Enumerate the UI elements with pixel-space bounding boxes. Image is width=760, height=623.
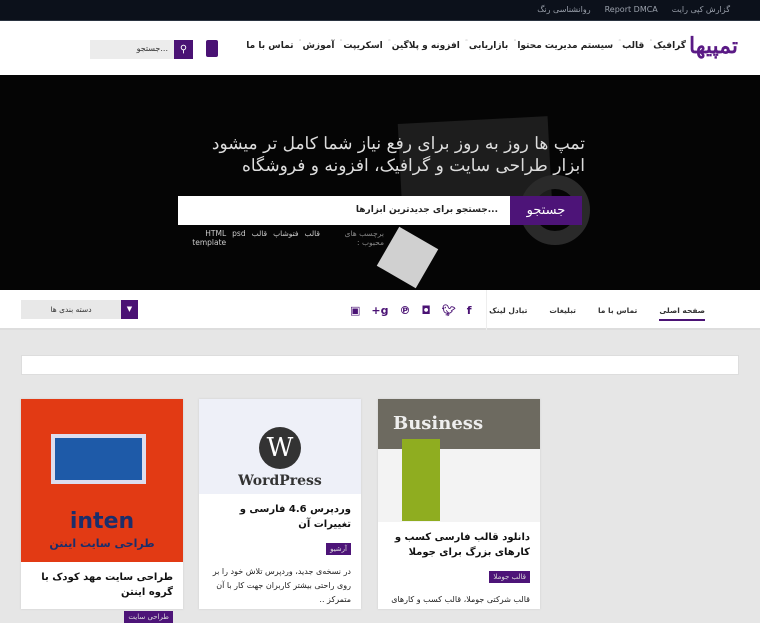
chevron-down-icon: ▼ bbox=[121, 300, 138, 319]
menu-item-tutorial[interactable]: ◦ آموزش bbox=[299, 38, 335, 51]
post-image: inten طراحی سایت اینتن bbox=[21, 399, 183, 562]
menu-item-cms[interactable]: ◦ سیستم مدیریت محتوا bbox=[513, 38, 613, 51]
hero-line-2: ابزار طراحی سایت و گرافیک، افزونه و فروش… bbox=[241, 156, 585, 176]
menu-item-plugins[interactable]: ◦ افزونه و پلاگین bbox=[388, 38, 460, 51]
category-badge[interactable]: آرشیو bbox=[326, 543, 351, 555]
hero-line-1: تمپ ها روز به روز برای رفع نیاز شما کامل… bbox=[211, 134, 585, 154]
tag[interactable]: psd bbox=[232, 229, 245, 247]
hero-search-button[interactable]: جستجو bbox=[510, 196, 582, 225]
tag[interactable]: HTML template bbox=[178, 229, 226, 247]
nav-contact[interactable]: تماس با ما bbox=[598, 306, 637, 321]
hero-search-input[interactable]: جستجو برای جدیدترین ابزارها... bbox=[178, 196, 510, 225]
post-card[interactable]: W WordPress وردپرس 4.6 فارسی و تغییرات آ… bbox=[199, 399, 361, 609]
nav-ads[interactable]: تبلیغات bbox=[549, 306, 576, 321]
post-title[interactable]: دانلود قالب فارسی کسب و کارهای بزرگ برای… bbox=[378, 522, 540, 564]
pinterest-icon[interactable]: ℗ bbox=[400, 304, 411, 317]
menu-item-script[interactable]: ◦ اسکریپت bbox=[339, 38, 382, 51]
menu-toggle-button[interactable] bbox=[206, 40, 218, 57]
category-dropdown[interactable]: دسته بندی ها ▼ bbox=[21, 300, 138, 319]
header: تمپیها ◦ گرافیک ◦ قالب ◦ سیستم مدیریت محتوا… bbox=[0, 21, 760, 75]
post-image: Business bbox=[378, 399, 540, 522]
logo[interactable]: تمپیها bbox=[689, 33, 738, 59]
hero: تمپ ها روز به روز برای رفع نیاز شما کامل… bbox=[0, 75, 760, 290]
post-excerpt: قالب شرکتی جوملا، قالب کسب و کارهای bbox=[391, 595, 530, 604]
top-link-color-psychology[interactable]: روانشناسی رنگ bbox=[537, 5, 590, 14]
post-title[interactable]: طراحی سایت مهد کودک با گروه اینتن bbox=[21, 562, 183, 604]
twitter-icon[interactable]: 🐦︎ bbox=[442, 304, 456, 317]
search-icon[interactable]: ⚲ bbox=[174, 40, 193, 59]
popular-tags: برچسب های محبوب : قالب فتوشاپ قالب psd H… bbox=[178, 229, 384, 247]
social-icons: f 🐦︎ ◘ ℗ g+ ▣ bbox=[350, 304, 472, 317]
tag[interactable]: فتوشاپ bbox=[273, 229, 298, 247]
hero-search: جستجو برای جدیدترین ابزارها... جستجو bbox=[178, 196, 582, 225]
post-card[interactable]: Business دانلود قالب فارسی کسب و کارهای … bbox=[378, 399, 540, 609]
category-label: دسته بندی ها bbox=[21, 300, 121, 319]
tag[interactable]: قالب bbox=[304, 229, 320, 247]
category-badge[interactable]: طراحی سایت bbox=[124, 611, 173, 623]
google-plus-icon[interactable]: g+ bbox=[371, 304, 388, 317]
menu-item-graphic[interactable]: ◦ گرافیک bbox=[649, 38, 686, 51]
tag[interactable]: قالب bbox=[252, 229, 268, 247]
top-link-dmca[interactable]: Report DMCA bbox=[605, 5, 658, 14]
post-image: W WordPress bbox=[199, 399, 361, 494]
main-menu: ◦ گرافیک ◦ قالب ◦ سیستم مدیریت محتوا ◦ بازار… bbox=[246, 38, 686, 51]
post-card[interactable]: inten طراحی سایت اینتن طراحی سایت مهد کو… bbox=[21, 399, 183, 623]
image-caption: طراحی سایت اینتن bbox=[49, 537, 155, 550]
post-title[interactable]: وردپرس 4.6 فارسی و تغییرات آن bbox=[199, 494, 361, 536]
wordpress-icon: W bbox=[259, 427, 301, 469]
box-graphic bbox=[376, 226, 439, 289]
menu-item-template[interactable]: ◦ قالب bbox=[618, 38, 644, 51]
header-search: جستجو... ⚲ bbox=[90, 40, 193, 59]
tags-label: برچسب های محبوب : bbox=[344, 229, 384, 247]
header-search-input[interactable]: جستجو... bbox=[90, 40, 174, 59]
top-bar: گزارش کپی رایت Report DMCA روانشناسی رنگ bbox=[0, 0, 760, 21]
divider bbox=[486, 290, 487, 330]
image-logo-text: inten bbox=[69, 509, 135, 534]
menu-item-contact[interactable]: تماس با ما bbox=[246, 41, 293, 51]
category-badge[interactable]: قالب جوملا bbox=[489, 571, 530, 583]
nav-link-exchange[interactable]: تبادل لینک bbox=[489, 306, 527, 321]
nav-home[interactable]: صفحه اصلی bbox=[659, 306, 705, 321]
content-strip bbox=[21, 355, 739, 375]
top-links: گزارش کپی رایت Report DMCA روانشناسی رنگ bbox=[537, 5, 730, 14]
secondary-nav: صفحه اصلی تماس با ما تبلیغات تبادل لینک … bbox=[0, 290, 760, 330]
facebook-icon[interactable]: f bbox=[467, 304, 472, 317]
hero-headline: تمپ ها روز به روز برای رفع نیاز شما کامل… bbox=[212, 133, 585, 177]
laptop-graphic bbox=[51, 434, 146, 484]
youtube-icon[interactable]: ▣ bbox=[350, 304, 360, 317]
post-excerpt: در نسخه‌ی جدید، وردپرس تلاش خود را بر رو… bbox=[212, 567, 351, 604]
nav-links: صفحه اصلی تماس با ما تبلیغات تبادل لینک bbox=[489, 306, 705, 321]
instagram-icon[interactable]: ◘ bbox=[422, 304, 431, 317]
image-logo-text: WordPress bbox=[238, 473, 322, 489]
top-link-copyright[interactable]: گزارش کپی رایت bbox=[672, 5, 730, 14]
green-panel-graphic bbox=[402, 439, 440, 521]
menu-item-marketing[interactable]: ◦ بازاریابی bbox=[465, 38, 508, 51]
